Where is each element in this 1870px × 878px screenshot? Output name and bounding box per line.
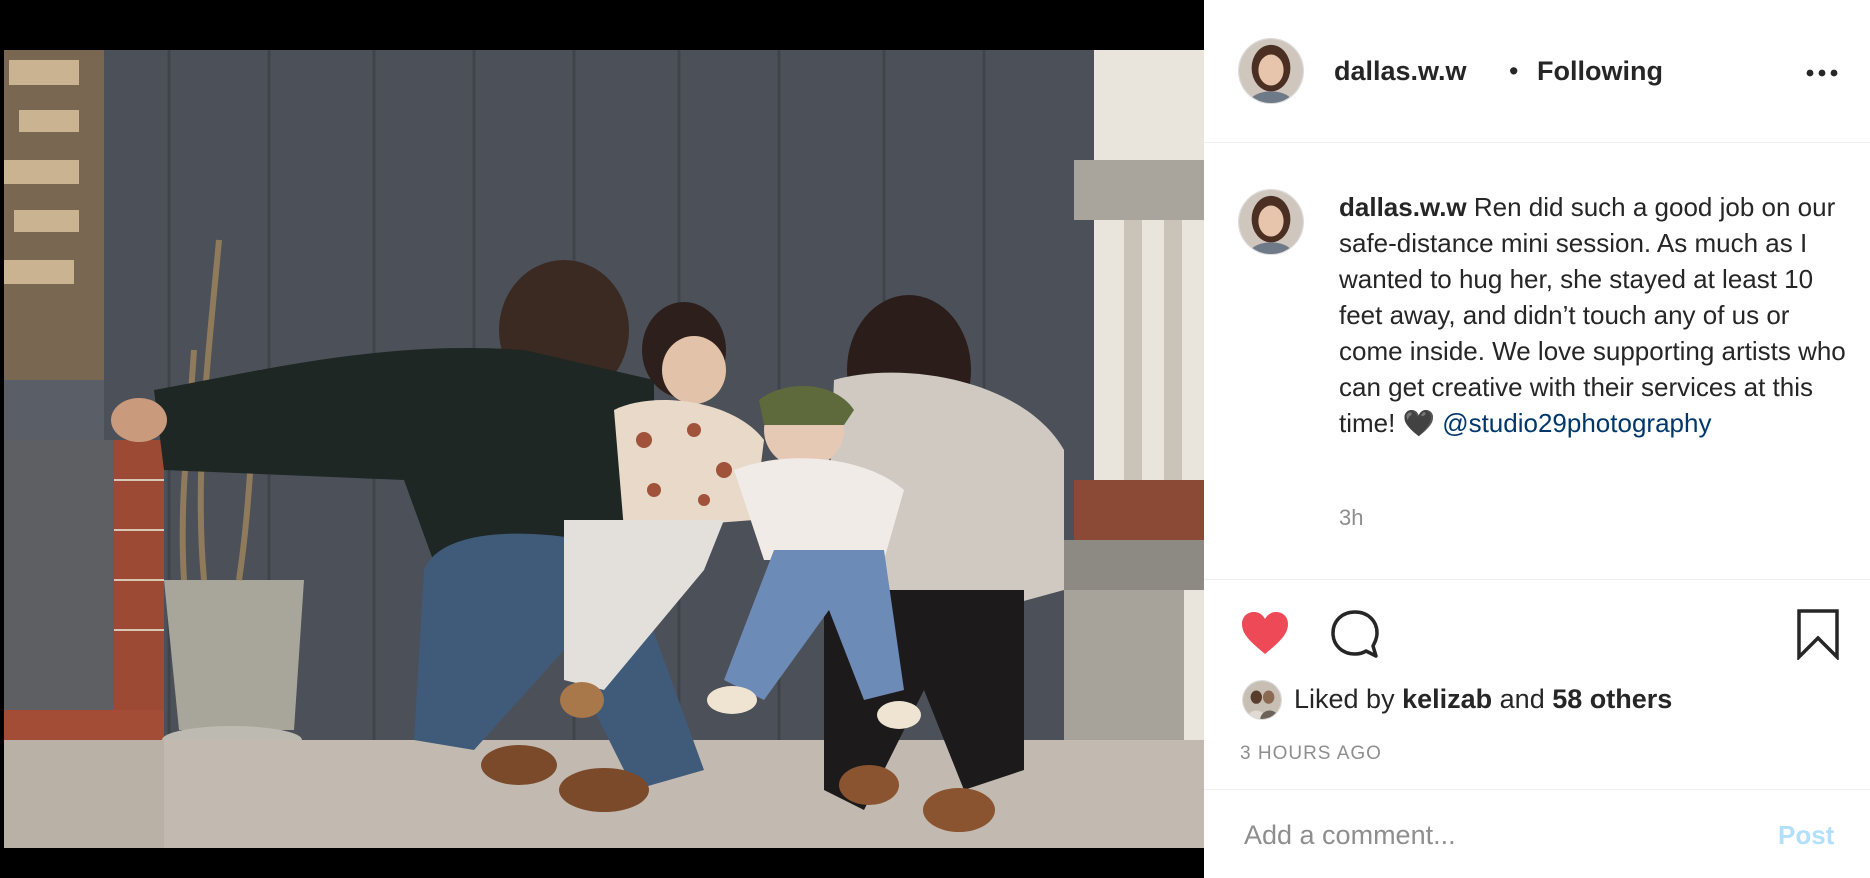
following-button[interactable]: Following	[1537, 56, 1663, 87]
caption-mention-link[interactable]: @studio29photography	[1442, 408, 1711, 438]
liker-avatar[interactable]	[1242, 680, 1282, 720]
black-heart-emoji: 🖤	[1402, 408, 1435, 438]
add-comment-bar: Post	[1204, 790, 1870, 878]
caption-username[interactable]: dallas.w.w	[1339, 192, 1467, 222]
likes-others-link[interactable]: 58 others	[1552, 684, 1672, 714]
post-actions: Liked by kelizab and 58 others 3 HOURS A…	[1204, 580, 1870, 790]
likes-conjunction: and	[1499, 684, 1545, 714]
caption-author-avatar[interactable]	[1238, 189, 1304, 255]
comment-input[interactable]	[1242, 812, 1746, 858]
liker-avatar-image	[1243, 681, 1281, 719]
caption-body: Ren did such a good job on our safe-dist…	[1339, 192, 1846, 438]
likes-prefix: Liked by	[1294, 684, 1395, 714]
post-media[interactable]	[0, 0, 1204, 878]
author-avatar-image	[1239, 39, 1303, 103]
post-comment-button[interactable]: Post	[1778, 820, 1834, 851]
caption-time[interactable]: 3h	[1339, 505, 1363, 531]
liker-username[interactable]: kelizab	[1402, 684, 1492, 714]
comment-button[interactable]	[1329, 608, 1381, 660]
heart-filled-icon	[1242, 612, 1288, 654]
more-options-button[interactable]	[1804, 58, 1840, 88]
separator-dot: •	[1509, 56, 1519, 86]
caption-avatar-image	[1239, 190, 1303, 254]
comment-bubble-icon	[1331, 610, 1379, 658]
likes-summary: Liked by kelizab and 58 others	[1294, 684, 1672, 715]
more-horizontal-icon	[1806, 69, 1838, 77]
author-username[interactable]: dallas.w.w	[1334, 56, 1467, 87]
caption-section: dallas.w.w Ren did such a good job on ou…	[1204, 143, 1870, 580]
like-button[interactable]	[1240, 610, 1290, 656]
post-timestamp[interactable]: 3 HOURS AGO	[1240, 743, 1382, 765]
post-header: dallas.w.w • Following	[1204, 0, 1870, 143]
author-avatar[interactable]	[1238, 38, 1304, 104]
post-side-panel: dallas.w.w • Following dallas.w.w Ren di…	[1204, 0, 1870, 878]
caption-text: dallas.w.w Ren did such a good job on ou…	[1339, 189, 1854, 441]
post-photo[interactable]	[4, 50, 1204, 848]
family-photo-illustration	[4, 50, 1204, 848]
save-button[interactable]	[1796, 608, 1840, 662]
bookmark-icon	[1797, 609, 1839, 662]
